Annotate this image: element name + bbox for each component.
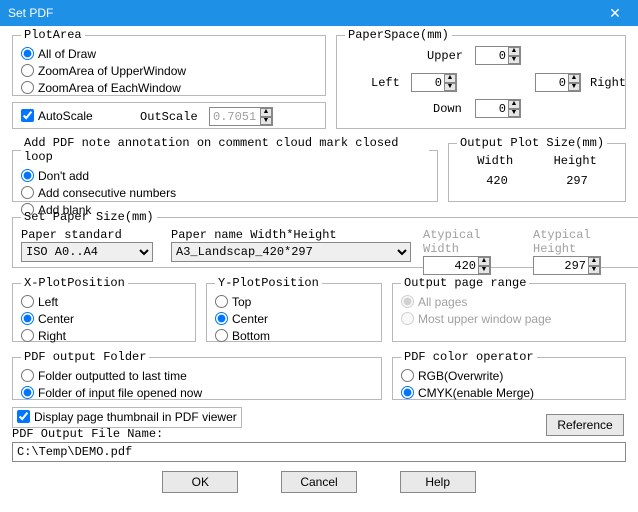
outfolder-input[interactable]: Folder of input file opened now — [21, 385, 373, 402]
xpos-group: X-PlotPosition Left Center Right — [12, 276, 196, 342]
xpos-left[interactable]: Left — [21, 294, 187, 311]
thumb-box: Display page thumbnail in PDF viewer — [12, 407, 242, 428]
paperspace-group: PaperSpace(mm) Upper ▲▼ Left ▲▼ ▲▼ Right… — [336, 28, 626, 129]
ps-left-field[interactable]: ▲▼ — [411, 73, 457, 92]
autoscale-check[interactable]: AutoScale — [21, 108, 93, 125]
note-anno-legend: Add PDF note annotation on comment cloud… — [21, 136, 429, 164]
pagerange-all: All pages — [401, 294, 617, 311]
ps-upper-field[interactable]: ▲▼ — [475, 46, 521, 65]
output-file-label: PDF Output File Name: — [12, 427, 163, 441]
ps-upper-label: Upper — [427, 49, 463, 63]
paperspace-legend: PaperSpace(mm) — [345, 28, 452, 42]
plotarea-all[interactable]: All of Draw — [21, 46, 317, 63]
paper-std-label: Paper standard — [21, 228, 161, 242]
cancel-button[interactable]: Cancel — [281, 471, 357, 493]
chevron-down-icon[interactable]: ▼ — [260, 117, 272, 126]
ps-right-field[interactable]: ▲▼ — [535, 73, 581, 92]
plotarea-each[interactable]: ZoomArea of EachWindow — [21, 80, 317, 97]
oph-value: 297 — [566, 174, 588, 188]
ps-down-field[interactable]: ▲▼ — [475, 99, 521, 118]
plotarea-legend: PlotArea — [21, 28, 85, 42]
colorop-legend: PDF color operator — [401, 350, 537, 364]
note-dontadd[interactable]: Don't add — [21, 168, 429, 185]
opw-label: Width — [477, 154, 513, 168]
atyp-width-label: Atypical Width — [423, 228, 523, 256]
set-paper-group: Set Paper Size(mm) Paper standard ISO A0… — [12, 210, 638, 268]
output-file-field[interactable] — [12, 442, 626, 462]
xpos-legend: X-PlotPosition — [21, 276, 128, 290]
colorop-cmyk[interactable]: CMYK(enable Merge) — [401, 385, 617, 402]
outfolder-legend: PDF output Folder — [21, 350, 149, 364]
title-bar: Set PDF ✕ — [0, 0, 638, 26]
ypos-group: Y-PlotPosition Top Center Bottom — [206, 276, 382, 342]
output-plot-group: Output Plot Size(mm) Width Height 420 29… — [448, 136, 626, 202]
ypos-legend: Y-PlotPosition — [215, 276, 322, 290]
help-button[interactable]: Help — [400, 471, 476, 493]
pagerange-upper: Most upper window page — [401, 311, 617, 328]
oph-label: Height — [554, 154, 597, 168]
chevron-up-icon[interactable]: ▲ — [260, 108, 272, 117]
set-paper-legend: Set Paper Size(mm) — [21, 210, 157, 224]
ps-left-label: Left — [371, 76, 400, 90]
thumbnail-check[interactable]: Display page thumbnail in PDF viewer — [17, 409, 237, 426]
autoscale-group: AutoScale OutScale ▲▼ — [12, 102, 326, 129]
window-title: Set PDF — [8, 6, 53, 20]
plotarea-upper[interactable]: ZoomArea of UpperWindow — [21, 63, 317, 80]
colorop-rgb[interactable]: RGB(Overwrite) — [401, 368, 617, 385]
outscale-label: OutScale — [140, 110, 198, 124]
paper-name-combo[interactable]: A3_Landscap_420*297 — [171, 242, 411, 262]
ps-down-label: Down — [433, 102, 462, 116]
xpos-center[interactable]: Center — [21, 311, 187, 328]
note-anno-group: Add PDF note annotation on comment cloud… — [12, 136, 438, 202]
atyp-height-label: Atypical Height — [533, 228, 633, 256]
ok-button[interactable]: OK — [162, 471, 238, 493]
outfolder-group: PDF output Folder Folder outputted to la… — [12, 350, 382, 400]
opw-value: 420 — [486, 174, 508, 188]
close-icon[interactable]: ✕ — [596, 0, 634, 26]
note-consec[interactable]: Add consecutive numbers — [21, 185, 429, 202]
ypos-center[interactable]: Center — [215, 311, 373, 328]
atyp-width-field[interactable]: ▲▼ — [423, 256, 491, 275]
paper-std-combo[interactable]: ISO A0..A4 — [21, 242, 153, 262]
plotarea-group: PlotArea All of Draw ZoomArea of UpperWi… — [12, 28, 326, 96]
pagerange-group: Output page range All pages Most upper w… — [392, 276, 626, 342]
ypos-bottom[interactable]: Bottom — [215, 328, 373, 345]
colorop-group: PDF color operator RGB(Overwrite) CMYK(e… — [392, 350, 626, 400]
reference-button[interactable]: Reference — [546, 414, 624, 436]
output-plot-legend: Output Plot Size(mm) — [457, 136, 607, 150]
outfolder-last[interactable]: Folder outputted to last time — [21, 368, 373, 385]
xpos-right[interactable]: Right — [21, 328, 187, 345]
ps-right-label: Right — [590, 76, 626, 90]
paper-name-label: Paper name Width*Height — [171, 228, 413, 242]
outscale-field[interactable]: ▲▼ — [209, 107, 273, 126]
atyp-height-field[interactable]: ▲▼ — [533, 256, 601, 275]
ypos-top[interactable]: Top — [215, 294, 373, 311]
pagerange-legend: Output page range — [401, 276, 529, 290]
